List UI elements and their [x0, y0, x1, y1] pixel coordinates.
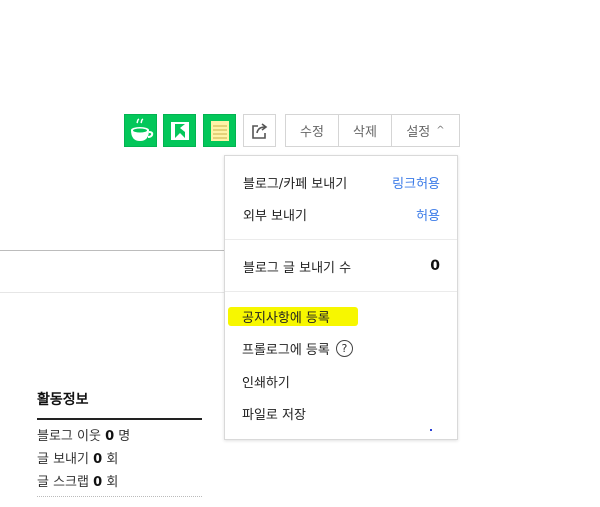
menu-item-print[interactable]: 인쇄하기	[242, 370, 290, 392]
activity-info-panel: 활동정보 블로그 이웃 0 명 글 보내기 0 회 글 스크랩 0 회	[37, 389, 202, 497]
activity-divider	[37, 496, 202, 497]
menu-item-save-file[interactable]: 파일로 저장	[242, 402, 306, 424]
memo-share-button[interactable]	[203, 114, 236, 147]
content-divider-light	[0, 292, 225, 293]
stat-neighbors: 블로그 이웃 0 명	[37, 429, 131, 444]
cafe-share-button[interactable]	[124, 114, 157, 147]
edit-button[interactable]: 수정	[286, 115, 339, 146]
kakao-share-button[interactable]	[163, 114, 196, 147]
send-external-permission[interactable]: 허용	[416, 205, 440, 224]
settings-button[interactable]: 설정 ^	[392, 115, 459, 146]
menu-item-send-count: 블로그 글 보내기 수 0	[243, 258, 440, 276]
chevron-up-icon: ^	[436, 125, 445, 136]
menu-item-register-notice[interactable]: 공지사항에 등록	[242, 305, 330, 327]
menu-divider	[225, 291, 457, 292]
menu-item-send-external[interactable]: 외부 보내기 허용	[243, 203, 440, 225]
help-icon[interactable]: ?	[335, 339, 353, 357]
memo-icon	[210, 120, 229, 141]
cafe-icon	[130, 117, 153, 141]
post-action-buttons: 수정 삭제 설정 ^	[285, 114, 460, 147]
share-button[interactable]	[243, 114, 276, 147]
activity-title: 활동정보	[37, 389, 202, 420]
stat-scraps: 글 스크랩 0 회	[37, 475, 119, 490]
settings-dropdown-menu: 블로그/카페 보내기 링크허용 외부 보내기 허용 블로그 글 보내기 수 0	[224, 155, 458, 440]
decorative-dot	[430, 429, 432, 431]
menu-item-register-prologue[interactable]: 프롤로그에 등록 ?	[242, 337, 353, 359]
kakao-icon	[170, 121, 189, 140]
menu-item-send-blog-cafe[interactable]: 블로그/카페 보내기 링크허용	[243, 171, 440, 193]
send-count-value: 0	[430, 258, 440, 274]
content-divider	[0, 250, 225, 251]
delete-button[interactable]: 삭제	[339, 115, 392, 146]
menu-divider	[225, 239, 457, 240]
share-icon	[251, 122, 267, 139]
send-blog-cafe-permission[interactable]: 링크허용	[392, 173, 440, 192]
stat-sent: 글 보내기 0 회	[37, 452, 119, 467]
